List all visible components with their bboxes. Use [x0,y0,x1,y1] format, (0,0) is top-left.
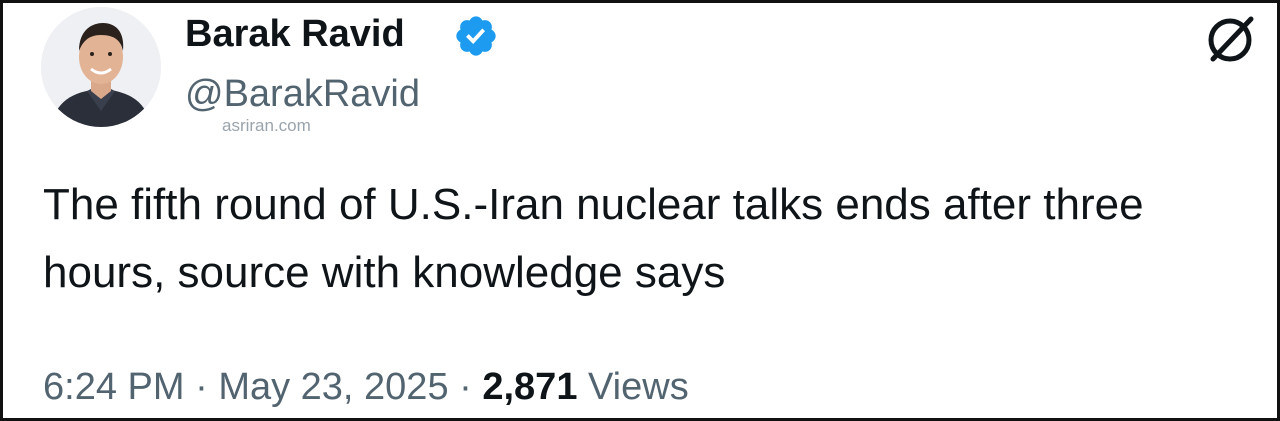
tweet-time[interactable]: 6:24 PM [43,366,185,408]
views-count: 2,871 [482,366,578,408]
meta-separator: · [459,366,472,408]
profile-photo-icon [41,7,161,127]
author-display-name[interactable]: Barak Ravid [185,11,405,57]
avatar[interactable] [41,7,161,127]
meta-separator: · [195,366,208,408]
watermark-text: asriran.com [222,116,311,135]
views-label: Views [588,366,689,408]
tweet-text: The fifth round of U.S.-Iran nuclear tal… [43,180,1144,297]
tweet-card: Barak Ravid @BarakRavid asriran.com The … [0,0,1280,421]
x-logo-icon[interactable] [1199,9,1261,71]
tweet-date[interactable]: May 23, 2025 [218,366,448,408]
verified-badge-icon [456,16,496,56]
tweet-meta: 6:24 PM · May 23, 2025 · 2,871 Views [43,363,689,411]
author-handle[interactable]: @BarakRavid [185,71,420,117]
